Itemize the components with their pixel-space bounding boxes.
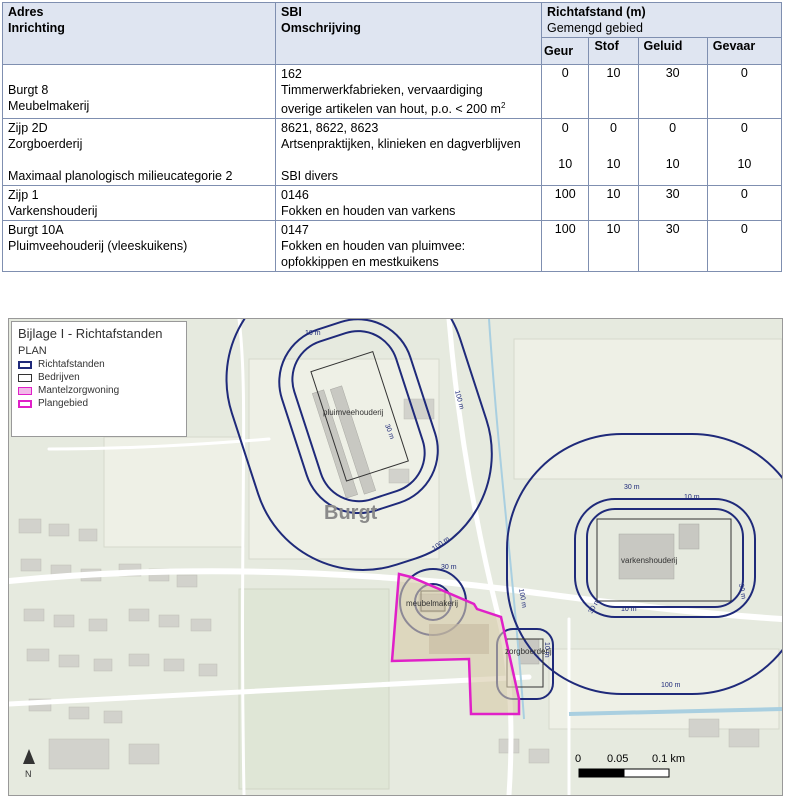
header-richtafstand: Richtafstand (m) Gemengd gebied: [541, 2, 782, 38]
label-10m-4: 10 m: [543, 642, 550, 658]
label-30m-3: 30 m: [624, 484, 640, 491]
legend-plan: PLAN: [18, 345, 47, 357]
header-sbi: SBI Omschrijving: [275, 2, 542, 65]
header-stof: Stof: [588, 37, 639, 65]
header-gevaar: Gevaar: [706, 37, 783, 65]
table-row: Zijp 1 Varkenshouderij 0146 Fokken en houd…: [2, 185, 783, 222]
legend-item-plangebied: Plangebied: [18, 398, 180, 409]
table-row: Burgt 10A Pluimveehouderij (vleeskuikens)…: [2, 220, 783, 273]
pluimvee-label: pluimveehouderij: [323, 408, 384, 417]
place-label: Burgt: [324, 502, 378, 524]
header-geur: Geur: [540, 37, 590, 65]
label-10m-3: 10 m: [621, 606, 637, 613]
svg-text:0.05: 0.05: [607, 753, 628, 765]
map-legend: Bijlage I - Richtafstanden PLAN Richtafs…: [11, 321, 187, 437]
legend-item-bedrijven: Bedrijven: [18, 372, 180, 383]
legend-item-richtafstanden: Richtafstanden: [18, 359, 180, 370]
table-row: Burgt 8 Meubelmakerij 162 Timmerwerkfabrie…: [2, 63, 783, 120]
header-geluid: Geluid: [637, 37, 708, 65]
table-row: Zijp 2D Zorgboerderij Maximaal planologisc…: [2, 118, 783, 187]
header-adres: Adres Inrichting: [2, 2, 276, 65]
label-10m: 10 m: [305, 330, 321, 337]
varkens-label: varkenshouderij: [621, 556, 678, 565]
meubel-label: meubelmakerij: [406, 599, 458, 608]
label-100m-4: 100 m: [661, 682, 681, 689]
svg-text:0.1 km: 0.1 km: [652, 753, 685, 765]
richtafstanden-map[interactable]: Burgt pluimveehouderij varkenshouderij m…: [8, 318, 783, 796]
legend-title: Bijlage I - Richtafstanden: [18, 326, 163, 341]
label-30m-2: 30 m: [441, 564, 457, 571]
richtafstanden-table: Adres Inrichting SBI Omschrijving Richta…: [2, 2, 783, 273]
svg-text:N: N: [25, 769, 32, 779]
legend-item-mantelzorgwoning: Mantelzorgwoning: [18, 385, 180, 396]
label-10m-2: 10 m: [684, 494, 700, 501]
svg-text:0: 0: [575, 753, 581, 765]
